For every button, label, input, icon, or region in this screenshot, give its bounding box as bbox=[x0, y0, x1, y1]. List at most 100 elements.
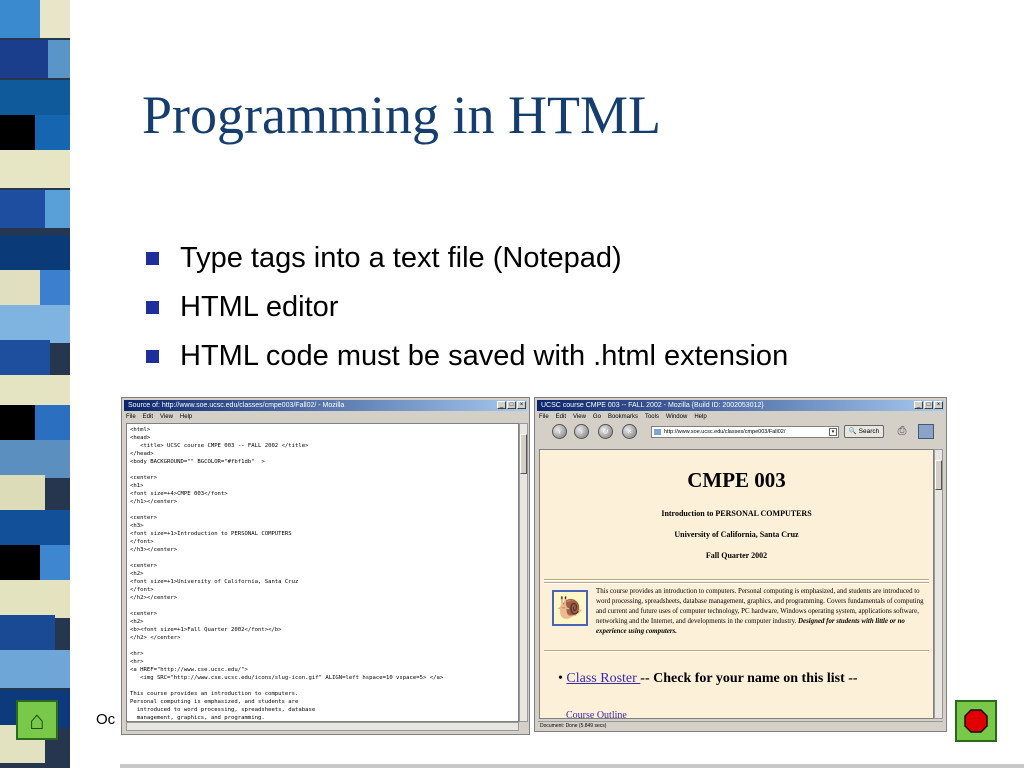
strip-block bbox=[35, 405, 70, 443]
maximize-icon[interactable]: □ bbox=[924, 401, 933, 409]
stop-button[interactable] bbox=[955, 700, 997, 742]
bottom-divider bbox=[120, 764, 1024, 768]
class-roster-link[interactable]: Class Roster bbox=[566, 671, 640, 686]
menu-bookmarks[interactable]: Bookmarks bbox=[608, 412, 638, 422]
strip-block bbox=[0, 150, 70, 188]
strip-block bbox=[0, 235, 70, 273]
source-window-titlebar[interactable]: Source of: http://www.soe.ucsc.edu/class… bbox=[124, 400, 527, 411]
course-outline-link[interactable]: Course Outline bbox=[566, 710, 627, 718]
source-line: </font> bbox=[130, 539, 154, 545]
menu-go[interactable]: Go bbox=[593, 412, 601, 422]
divider bbox=[544, 579, 929, 581]
browser-window: UCSC course CMPE 003 -- FALL 2002 - Mozi… bbox=[534, 397, 947, 732]
source-line: <hr> bbox=[130, 651, 144, 657]
source-window-controls: _ □ × bbox=[497, 401, 526, 409]
close-icon[interactable]: × bbox=[517, 401, 526, 409]
menu-window[interactable]: Window bbox=[666, 412, 687, 422]
maximize-icon[interactable]: □ bbox=[507, 401, 516, 409]
source-line: <b><font size=+1>Fall Quarter 2002</font… bbox=[130, 627, 282, 633]
forward-icon[interactable]: › bbox=[574, 424, 589, 439]
strip-block bbox=[0, 545, 40, 583]
source-line: <center> bbox=[130, 611, 157, 617]
source-line bbox=[130, 602, 515, 610]
browser-window-titlebar[interactable]: UCSC course CMPE 003 -- FALL 2002 - Mozi… bbox=[537, 400, 944, 411]
strip-block bbox=[0, 580, 70, 618]
strip-block bbox=[40, 0, 70, 38]
page-heading: CMPE 003 bbox=[687, 468, 786, 492]
source-line: <img SRC="http://www.cse.ucsc.edu/icons/… bbox=[130, 675, 444, 681]
strip-block bbox=[0, 510, 70, 548]
strip-block bbox=[0, 0, 40, 38]
close-icon[interactable]: × bbox=[934, 401, 943, 409]
course-description: This course provides an introduction to … bbox=[596, 588, 924, 635]
decorative-side-strip bbox=[0, 0, 120, 768]
scroll-thumb[interactable] bbox=[520, 434, 527, 474]
strip-block bbox=[0, 115, 35, 153]
menu-help[interactable]: Help bbox=[694, 412, 706, 422]
source-menubar: File Edit View Help bbox=[126, 412, 525, 422]
strip-block bbox=[0, 440, 70, 478]
vertical-scrollbar[interactable] bbox=[934, 449, 943, 719]
strip-block bbox=[0, 305, 70, 343]
throbber-icon[interactable] bbox=[918, 424, 934, 439]
source-line: <h3> bbox=[130, 523, 144, 529]
source-line: <font size=+4>CMPE 003</font> bbox=[130, 491, 228, 497]
source-line: </h2> </center> bbox=[130, 635, 181, 641]
bullet-list: Type tags into a text file (Notepad) HTM… bbox=[142, 238, 788, 385]
menu-view[interactable]: View bbox=[573, 412, 586, 422]
source-line: </font> bbox=[130, 587, 154, 593]
menu-edit[interactable]: Edit bbox=[143, 412, 153, 422]
strip-block bbox=[0, 40, 48, 78]
page-viewport[interactable]: CMPE 003 Introduction to PERSONAL COMPUT… bbox=[539, 449, 934, 719]
strip-block bbox=[45, 190, 70, 228]
menu-view[interactable]: View bbox=[160, 412, 173, 422]
page-subheading: Introduction to PERSONAL COMPUTERS bbox=[661, 509, 812, 518]
source-line: Personal computing is emphasized, and st… bbox=[130, 699, 299, 705]
bullet-square-icon bbox=[146, 252, 159, 265]
menu-tools[interactable]: Tools bbox=[645, 412, 659, 422]
strip-block bbox=[0, 475, 45, 513]
minimize-icon[interactable]: _ bbox=[914, 401, 923, 409]
menu-edit[interactable]: Edit bbox=[556, 412, 566, 422]
strip-block bbox=[0, 615, 55, 653]
back-icon[interactable]: ‹ bbox=[552, 424, 567, 439]
strip-block bbox=[0, 190, 45, 228]
minimize-icon[interactable]: _ bbox=[497, 401, 506, 409]
source-line bbox=[130, 466, 515, 474]
source-code-pane[interactable]: <html> <head> <title> UCSC course CMPE 00… bbox=[126, 423, 519, 722]
print-icon[interactable]: ⎙ bbox=[894, 424, 910, 438]
stop-icon bbox=[964, 709, 988, 733]
source-line: management, graphics, and programming. bbox=[130, 715, 265, 721]
menu-file[interactable]: File bbox=[539, 412, 549, 422]
navigation-toolbar: ‹ › ↻ × http://www.soe.ucsc.edu/classes/… bbox=[538, 422, 943, 442]
vertical-scrollbar[interactable] bbox=[519, 423, 528, 722]
source-line: This course provides an introduction to … bbox=[130, 691, 299, 697]
dropdown-icon[interactable]: ▾ bbox=[829, 428, 837, 436]
source-line: </h2></center> bbox=[130, 595, 178, 601]
stop-load-icon[interactable]: × bbox=[622, 424, 637, 439]
strip-block bbox=[48, 40, 70, 78]
scroll-thumb[interactable] bbox=[935, 460, 942, 490]
search-icon: 🔍 bbox=[848, 428, 857, 435]
source-line: <title> UCSC course CMPE 003 -- FALL 200… bbox=[130, 443, 309, 449]
home-button[interactable]: ⌂ bbox=[16, 700, 58, 740]
source-line bbox=[130, 554, 515, 562]
menu-file[interactable]: File bbox=[126, 412, 136, 422]
horizontal-scrollbar[interactable] bbox=[126, 722, 519, 731]
strip-block bbox=[40, 270, 70, 308]
source-line: <center> bbox=[130, 563, 157, 569]
reload-icon[interactable]: ↻ bbox=[598, 424, 613, 439]
strip-block bbox=[40, 545, 70, 583]
menu-help[interactable]: Help bbox=[180, 412, 192, 422]
source-line: <h2> bbox=[130, 571, 144, 577]
search-button[interactable]: 🔍 Search bbox=[844, 425, 884, 438]
url-field[interactable]: http://www.soe.ucsc.edu/classes/cmpe003/… bbox=[651, 426, 839, 438]
bullet-square-icon bbox=[146, 301, 159, 314]
strip-block bbox=[0, 650, 70, 688]
browser-menubar: File Edit View Go Bookmarks Tools Window… bbox=[539, 412, 942, 422]
source-line: introduced to word processing, spreadshe… bbox=[130, 707, 316, 713]
status-bar: Document: Done (5.849 secs) bbox=[538, 721, 943, 731]
roster-item: • Class Roster -- Check for your name on… bbox=[558, 671, 858, 686]
slug-logo-icon[interactable]: 🐌 bbox=[552, 590, 588, 626]
source-window: Source of: http://www.soe.ucsc.edu/class… bbox=[121, 397, 530, 735]
